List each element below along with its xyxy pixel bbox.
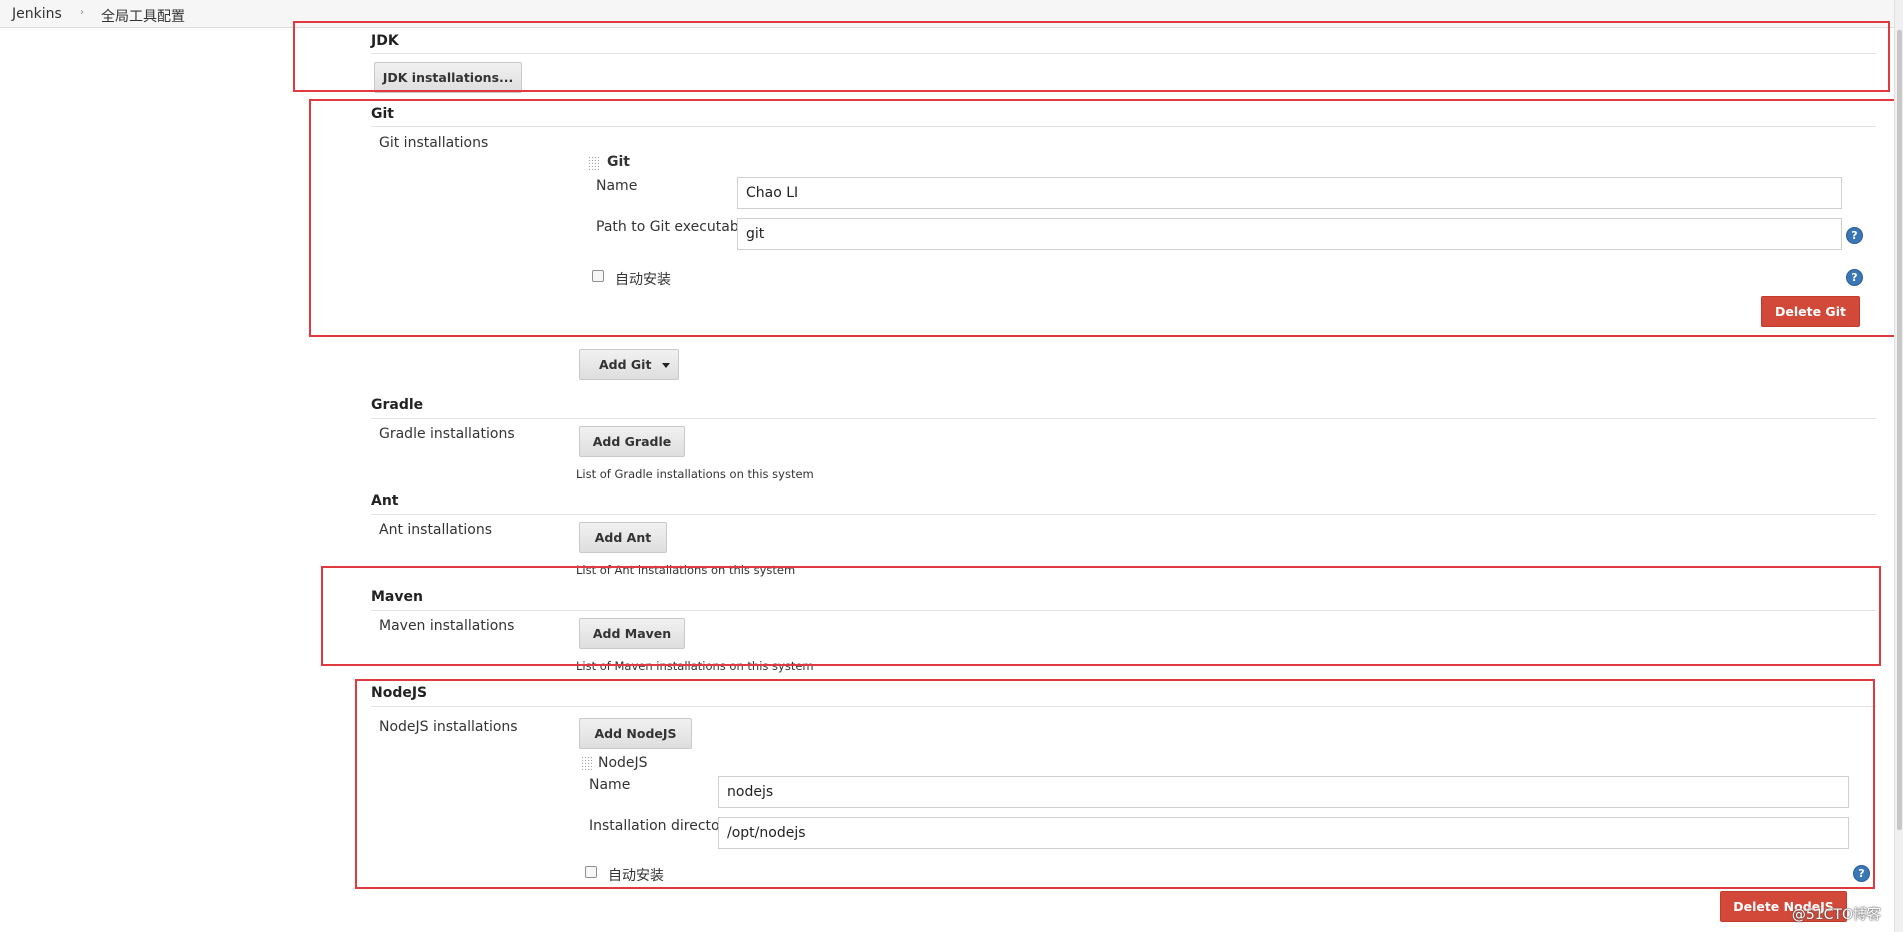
caret-down-icon: [662, 363, 670, 368]
add-git-button[interactable]: Add Git: [579, 349, 679, 380]
highlight-box-maven: [321, 566, 1881, 666]
ant-installations-label: Ant installations: [379, 522, 492, 538]
gradle-description: List of Gradle installations on this sys…: [576, 467, 814, 481]
add-gradle-button[interactable]: Add Gradle: [579, 426, 685, 457]
scrollbar-thumb[interactable]: [1897, 30, 1902, 830]
highlight-box-jdk: [293, 21, 1890, 92]
gradle-divider: [371, 418, 1876, 419]
add-git-label: Add Git: [599, 357, 652, 372]
gradle-installations-label: Gradle installations: [379, 426, 515, 442]
ant-section-title: Ant: [371, 493, 399, 509]
breadcrumb-jenkins[interactable]: Jenkins: [12, 6, 62, 22]
add-ant-button[interactable]: Add Ant: [579, 522, 667, 553]
watermark: @51CTO博客: [1791, 907, 1881, 923]
gradle-section-title: Gradle: [371, 397, 424, 413]
vertical-scrollbar[interactable]: [1894, 0, 1903, 932]
chevron-right-icon: ›: [80, 7, 84, 18]
highlight-box-git: [309, 99, 1899, 337]
ant-divider: [371, 514, 1876, 515]
breadcrumb-global-tool-config[interactable]: 全局工具配置: [101, 6, 185, 26]
highlight-box-nodejs: [355, 679, 1875, 889]
